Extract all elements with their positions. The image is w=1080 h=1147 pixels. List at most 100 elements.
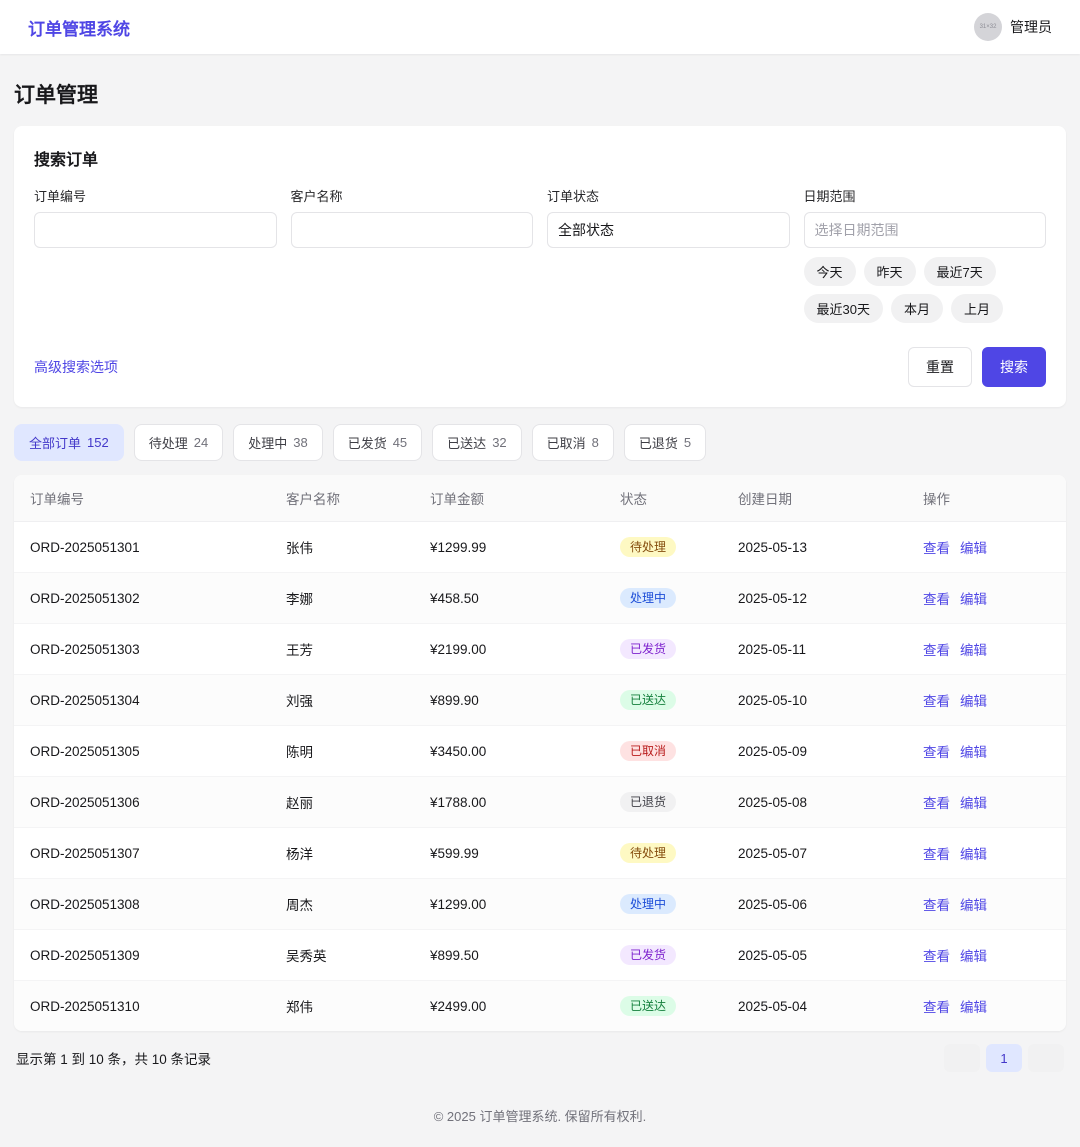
quick-date-button-1[interactable]: 今天 (804, 257, 856, 286)
search-actions: 重置 搜索 (908, 347, 1046, 387)
actions-cell: 查看编辑 (907, 726, 1066, 777)
edit-link[interactable]: 编辑 (960, 643, 987, 658)
tab-label: 已退货 (639, 433, 678, 452)
tab-label: 处理中 (248, 433, 287, 452)
edit-link[interactable]: 编辑 (960, 796, 987, 811)
status-tabs: 全部订单152 待处理24 处理中38 已发货45 已送达32 已取消8 已退货5 (14, 424, 1066, 461)
edit-link[interactable]: 编辑 (960, 541, 987, 556)
tab-cancelled[interactable]: 已取消8 (532, 424, 614, 461)
quick-date-button-6[interactable]: 上月 (951, 294, 1003, 323)
quick-date-button-2[interactable]: 昨天 (864, 257, 916, 286)
tab-label: 已送达 (447, 433, 486, 452)
next-page-button[interactable] (1028, 1044, 1064, 1072)
actions-cell: 查看编辑 (907, 573, 1066, 624)
view-link[interactable]: 查看 (923, 541, 950, 556)
orders-table: 订单编号客户名称订单金额状态创建日期操作 ORD-2025051301张伟¥12… (14, 475, 1066, 1031)
view-link[interactable]: 查看 (923, 847, 950, 862)
edit-link[interactable]: 编辑 (960, 898, 987, 913)
tab-returned[interactable]: 已退货5 (624, 424, 706, 461)
app-header: 订单管理系统 31×32 管理员 (0, 0, 1080, 54)
order-status-select[interactable]: 全部状态 (547, 212, 790, 248)
order-id-label: 订单编号 (34, 186, 277, 205)
customer-cell: 吴秀英 (270, 930, 414, 981)
order-id-cell: ORD-2025051307 (14, 828, 270, 879)
main-content: 订单管理 搜索订单 订单编号 客户名称 订单状态 全部状态 日期范围 今天昨天最… (0, 79, 1080, 1125)
actions-cell: 查看编辑 (907, 879, 1066, 930)
status-cell: 待处理 (604, 828, 722, 879)
order-id-input[interactable] (34, 212, 277, 248)
brand-title: 订单管理系统 (28, 15, 130, 40)
edit-link[interactable]: 编辑 (960, 949, 987, 964)
order-id-cell: ORD-2025051303 (14, 624, 270, 675)
view-link[interactable]: 查看 (923, 745, 950, 760)
quick-date-button-3[interactable]: 最近7天 (924, 257, 996, 286)
user-area: 31×32 管理员 (974, 13, 1052, 41)
table-row: ORD-2025051306赵丽¥1788.00已退货2025-05-08查看编… (14, 777, 1066, 828)
avatar[interactable]: 31×32 (974, 13, 1002, 41)
view-link[interactable]: 查看 (923, 949, 950, 964)
status-badge: 已发货 (620, 945, 676, 965)
date-cell: 2025-05-12 (722, 573, 907, 624)
amount-cell: ¥2499.00 (414, 981, 604, 1032)
customer-name-field: 客户名称 (291, 186, 534, 323)
tab-shipped[interactable]: 已发货45 (333, 424, 422, 461)
table-row: ORD-2025051303王芳¥2199.00已发货2025-05-11查看编… (14, 624, 1066, 675)
customer-cell: 赵丽 (270, 777, 414, 828)
quick-date-button-5[interactable]: 本月 (891, 294, 943, 323)
order-id-cell: ORD-2025051309 (14, 930, 270, 981)
table-row: ORD-2025051301张伟¥1299.99待处理2025-05-13查看编… (14, 522, 1066, 573)
advanced-search-link[interactable]: 高级搜索选项 (34, 357, 118, 377)
order-id-cell: ORD-2025051305 (14, 726, 270, 777)
page-number-button[interactable]: 1 (986, 1044, 1022, 1072)
search-footer: 高级搜索选项 重置 搜索 (34, 347, 1046, 387)
customer-cell: 张伟 (270, 522, 414, 573)
reset-button[interactable]: 重置 (908, 347, 972, 387)
edit-link[interactable]: 编辑 (960, 592, 987, 607)
status-badge: 已发货 (620, 639, 676, 659)
edit-link[interactable]: 编辑 (960, 694, 987, 709)
order-id-cell: ORD-2025051302 (14, 573, 270, 624)
status-badge: 已退货 (620, 792, 676, 812)
prev-page-button[interactable] (944, 1044, 980, 1072)
amount-cell: ¥899.50 (414, 930, 604, 981)
search-fields: 订单编号 客户名称 订单状态 全部状态 日期范围 今天昨天最近7天最近30天本月… (34, 186, 1046, 323)
search-button[interactable]: 搜索 (982, 347, 1046, 387)
order-id-cell: ORD-2025051310 (14, 981, 270, 1032)
view-link[interactable]: 查看 (923, 1000, 950, 1015)
view-link[interactable]: 查看 (923, 898, 950, 913)
date-range-input[interactable] (804, 212, 1047, 248)
edit-link[interactable]: 编辑 (960, 1000, 987, 1015)
tab-pending[interactable]: 待处理24 (134, 424, 223, 461)
order-status-field: 订单状态 全部状态 (547, 186, 790, 323)
view-link[interactable]: 查看 (923, 592, 950, 607)
view-link[interactable]: 查看 (923, 796, 950, 811)
column-header: 创建日期 (722, 475, 907, 522)
status-badge: 待处理 (620, 537, 676, 557)
tab-delivered[interactable]: 已送达32 (432, 424, 521, 461)
table-row: ORD-2025051302李娜¥458.50处理中2025-05-12查看编辑 (14, 573, 1066, 624)
customer-name-input[interactable] (291, 212, 534, 248)
customer-cell: 郑伟 (270, 981, 414, 1032)
tab-processing[interactable]: 处理中38 (233, 424, 322, 461)
quick-date-button-4[interactable]: 最近30天 (804, 294, 883, 323)
table-row: ORD-2025051305陈明¥3450.00已取消2025-05-09查看编… (14, 726, 1066, 777)
customer-name-label: 客户名称 (291, 186, 534, 205)
amount-cell: ¥1299.99 (414, 522, 604, 573)
date-cell: 2025-05-09 (722, 726, 907, 777)
amount-cell: ¥458.50 (414, 573, 604, 624)
pager: 1 (944, 1044, 1064, 1072)
edit-link[interactable]: 编辑 (960, 847, 987, 862)
amount-cell: ¥899.90 (414, 675, 604, 726)
table-row: ORD-2025051310郑伟¥2499.00已送达2025-05-04查看编… (14, 981, 1066, 1032)
records-summary: 显示第 1 到 10 条，共 10 条记录 (16, 1048, 211, 1068)
edit-link[interactable]: 编辑 (960, 745, 987, 760)
date-cell: 2025-05-08 (722, 777, 907, 828)
column-header: 操作 (907, 475, 1066, 522)
tab-all[interactable]: 全部订单152 (14, 424, 124, 461)
view-link[interactable]: 查看 (923, 643, 950, 658)
view-link[interactable]: 查看 (923, 694, 950, 709)
date-range-field: 日期范围 今天昨天最近7天最近30天本月上月 (804, 186, 1047, 323)
table-row: ORD-2025051304刘强¥899.90已送达2025-05-10查看编辑 (14, 675, 1066, 726)
column-header: 订单金额 (414, 475, 604, 522)
date-cell: 2025-05-05 (722, 930, 907, 981)
